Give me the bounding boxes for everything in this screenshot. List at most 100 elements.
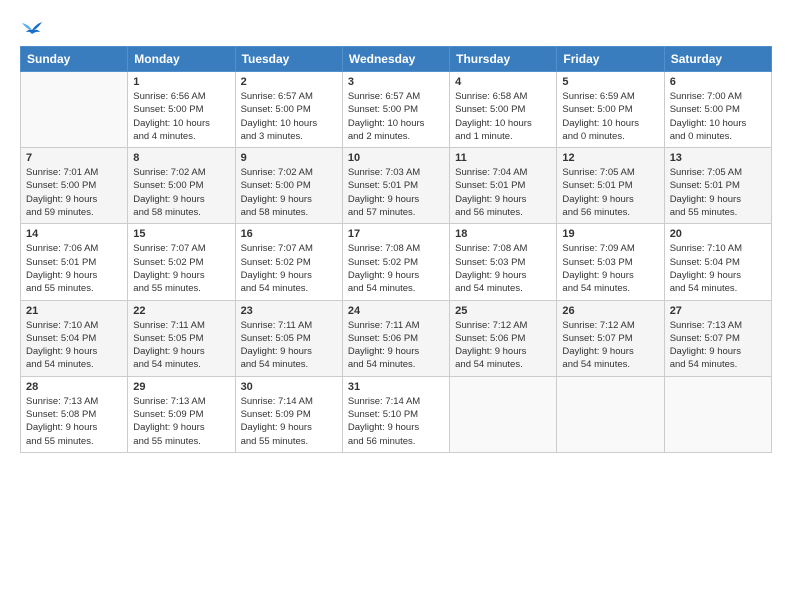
- day-info: Sunrise: 7:13 AMSunset: 5:07 PMDaylight:…: [670, 319, 766, 372]
- day-number: 22: [133, 305, 229, 317]
- day-info: Sunrise: 7:07 AMSunset: 5:02 PMDaylight:…: [133, 242, 229, 295]
- day-header-friday: Friday: [557, 47, 664, 72]
- calendar-cell: [664, 376, 771, 452]
- page: SundayMondayTuesdayWednesdayThursdayFrid…: [0, 0, 792, 612]
- calendar-cell: [557, 376, 664, 452]
- day-header-thursday: Thursday: [450, 47, 557, 72]
- calendar-cell: 2 Sunrise: 6:57 AMSunset: 5:00 PMDaylight…: [235, 72, 342, 148]
- day-number: 11: [455, 152, 551, 164]
- day-number: 1: [133, 76, 229, 88]
- calendar-cell: 9 Sunrise: 7:02 AMSunset: 5:00 PMDaylight…: [235, 148, 342, 224]
- calendar-cell: 30Sunrise: 7:14 AMSunset: 5:09 PMDayligh…: [235, 376, 342, 452]
- calendar-week-row: 21Sunrise: 7:10 AMSunset: 5:04 PMDayligh…: [21, 300, 772, 376]
- day-info: Sunrise: 7:02 AMSunset: 5:00 PMDaylight:…: [241, 166, 337, 219]
- calendar-cell: 29 Sunrise: 7:13 AMSunset: 5:09 PMDayligh…: [128, 376, 235, 452]
- day-number: 5: [562, 76, 658, 88]
- day-number: 9: [241, 152, 337, 164]
- day-number: 19: [562, 228, 658, 240]
- calendar-cell: 8Sunrise: 7:02 AMSunset: 5:00 PMDaylight…: [128, 148, 235, 224]
- day-header-saturday: Saturday: [664, 47, 771, 72]
- day-info: Sunrise: 6:59 AMSunset: 5:00 PMDaylight:…: [562, 90, 658, 143]
- day-info: Sunrise: 7:11 AMSunset: 5:05 PMDaylight:…: [133, 319, 229, 372]
- logo: [20, 22, 42, 36]
- day-header-monday: Monday: [128, 47, 235, 72]
- day-number: 4: [455, 76, 551, 88]
- calendar-cell: 20 Sunrise: 7:10 AMSunset: 5:04 PMDayligh…: [664, 224, 771, 300]
- calendar-cell: 12Sunrise: 7:05 AMSunset: 5:01 PMDayligh…: [557, 148, 664, 224]
- day-info: Sunrise: 7:12 AMSunset: 5:07 PMDaylight:…: [562, 319, 658, 372]
- calendar-cell: 31 Sunrise: 7:14 AMSunset: 5:10 PMDayligh…: [342, 376, 449, 452]
- day-info: Sunrise: 7:11 AMSunset: 5:05 PMDaylight:…: [241, 319, 337, 372]
- calendar-cell: 22 Sunrise: 7:11 AMSunset: 5:05 PMDayligh…: [128, 300, 235, 376]
- calendar-cell: 4Sunrise: 6:58 AMSunset: 5:00 PMDaylight…: [450, 72, 557, 148]
- day-header-sunday: Sunday: [21, 47, 128, 72]
- day-number: 27: [670, 305, 766, 317]
- day-number: 10: [348, 152, 444, 164]
- day-number: 21: [26, 305, 122, 317]
- day-info: Sunrise: 7:14 AMSunset: 5:09 PMDaylight:…: [241, 395, 337, 448]
- calendar-header-row: SundayMondayTuesdayWednesdayThursdayFrid…: [21, 47, 772, 72]
- calendar-week-row: 1 Sunrise: 6:56 AMSunset: 5:00 PMDaylight…: [21, 72, 772, 148]
- calendar-cell: 16 Sunrise: 7:07 AMSunset: 5:02 PMDayligh…: [235, 224, 342, 300]
- day-info: Sunrise: 7:05 AMSunset: 5:01 PMDaylight:…: [670, 166, 766, 219]
- day-info: Sunrise: 7:02 AMSunset: 5:00 PMDaylight:…: [133, 166, 229, 219]
- calendar-table: SundayMondayTuesdayWednesdayThursdayFrid…: [20, 46, 772, 453]
- day-info: Sunrise: 6:56 AMSunset: 5:00 PMDaylight:…: [133, 90, 229, 143]
- calendar-week-row: 14 Sunrise: 7:06 AMSunset: 5:01 PMDayligh…: [21, 224, 772, 300]
- calendar-cell: [21, 72, 128, 148]
- day-number: 28: [26, 381, 122, 393]
- day-info: Sunrise: 7:00 AMSunset: 5:00 PMDaylight:…: [670, 90, 766, 143]
- day-info: Sunrise: 7:04 AMSunset: 5:01 PMDaylight:…: [455, 166, 551, 219]
- day-number: 29: [133, 381, 229, 393]
- day-info: Sunrise: 7:08 AMSunset: 5:02 PMDaylight:…: [348, 242, 444, 295]
- day-info: Sunrise: 7:13 AMSunset: 5:08 PMDaylight:…: [26, 395, 122, 448]
- day-number: 15: [133, 228, 229, 240]
- day-number: 7: [26, 152, 122, 164]
- header: [20, 18, 772, 36]
- calendar-cell: 24 Sunrise: 7:11 AMSunset: 5:06 PMDayligh…: [342, 300, 449, 376]
- calendar-cell: 15 Sunrise: 7:07 AMSunset: 5:02 PMDayligh…: [128, 224, 235, 300]
- day-number: 14: [26, 228, 122, 240]
- calendar-cell: [450, 376, 557, 452]
- calendar-cell: 23 Sunrise: 7:11 AMSunset: 5:05 PMDayligh…: [235, 300, 342, 376]
- day-number: 2: [241, 76, 337, 88]
- day-info: Sunrise: 7:06 AMSunset: 5:01 PMDaylight:…: [26, 242, 122, 295]
- day-info: Sunrise: 7:01 AMSunset: 5:00 PMDaylight:…: [26, 166, 122, 219]
- day-info: Sunrise: 7:08 AMSunset: 5:03 PMDaylight:…: [455, 242, 551, 295]
- calendar-cell: 27 Sunrise: 7:13 AMSunset: 5:07 PMDayligh…: [664, 300, 771, 376]
- calendar-cell: 19 Sunrise: 7:09 AMSunset: 5:03 PMDayligh…: [557, 224, 664, 300]
- day-number: 23: [241, 305, 337, 317]
- calendar-cell: 18 Sunrise: 7:08 AMSunset: 5:03 PMDayligh…: [450, 224, 557, 300]
- calendar-cell: 17 Sunrise: 7:08 AMSunset: 5:02 PMDayligh…: [342, 224, 449, 300]
- day-number: 24: [348, 305, 444, 317]
- day-info: Sunrise: 7:10 AMSunset: 5:04 PMDaylight:…: [670, 242, 766, 295]
- day-number: 6: [670, 76, 766, 88]
- calendar-cell: 14 Sunrise: 7:06 AMSunset: 5:01 PMDayligh…: [21, 224, 128, 300]
- day-info: Sunrise: 7:13 AMSunset: 5:09 PMDaylight:…: [133, 395, 229, 448]
- day-header-wednesday: Wednesday: [342, 47, 449, 72]
- calendar-cell: 21Sunrise: 7:10 AMSunset: 5:04 PMDayligh…: [21, 300, 128, 376]
- day-info: Sunrise: 7:09 AMSunset: 5:03 PMDaylight:…: [562, 242, 658, 295]
- calendar-week-row: 28 Sunrise: 7:13 AMSunset: 5:08 PMDayligh…: [21, 376, 772, 452]
- day-number: 20: [670, 228, 766, 240]
- calendar-cell: 28 Sunrise: 7:13 AMSunset: 5:08 PMDayligh…: [21, 376, 128, 452]
- day-info: Sunrise: 6:57 AMSunset: 5:00 PMDaylight:…: [241, 90, 337, 143]
- day-info: Sunrise: 7:07 AMSunset: 5:02 PMDaylight:…: [241, 242, 337, 295]
- day-number: 12: [562, 152, 658, 164]
- day-info: Sunrise: 7:12 AMSunset: 5:06 PMDaylight:…: [455, 319, 551, 372]
- day-info: Sunrise: 7:14 AMSunset: 5:10 PMDaylight:…: [348, 395, 444, 448]
- day-number: 13: [670, 152, 766, 164]
- calendar-cell: 10Sunrise: 7:03 AMSunset: 5:01 PMDayligh…: [342, 148, 449, 224]
- day-number: 31: [348, 381, 444, 393]
- calendar-cell: 26 Sunrise: 7:12 AMSunset: 5:07 PMDayligh…: [557, 300, 664, 376]
- calendar-cell: 6 Sunrise: 7:00 AMSunset: 5:00 PMDaylight…: [664, 72, 771, 148]
- day-number: 26: [562, 305, 658, 317]
- day-number: 16: [241, 228, 337, 240]
- calendar-cell: 5 Sunrise: 6:59 AMSunset: 5:00 PMDaylight…: [557, 72, 664, 148]
- day-info: Sunrise: 7:11 AMSunset: 5:06 PMDaylight:…: [348, 319, 444, 372]
- day-number: 17: [348, 228, 444, 240]
- calendar-cell: 7 Sunrise: 7:01 AMSunset: 5:00 PMDaylight…: [21, 148, 128, 224]
- day-number: 18: [455, 228, 551, 240]
- day-number: 3: [348, 76, 444, 88]
- calendar-week-row: 7 Sunrise: 7:01 AMSunset: 5:00 PMDaylight…: [21, 148, 772, 224]
